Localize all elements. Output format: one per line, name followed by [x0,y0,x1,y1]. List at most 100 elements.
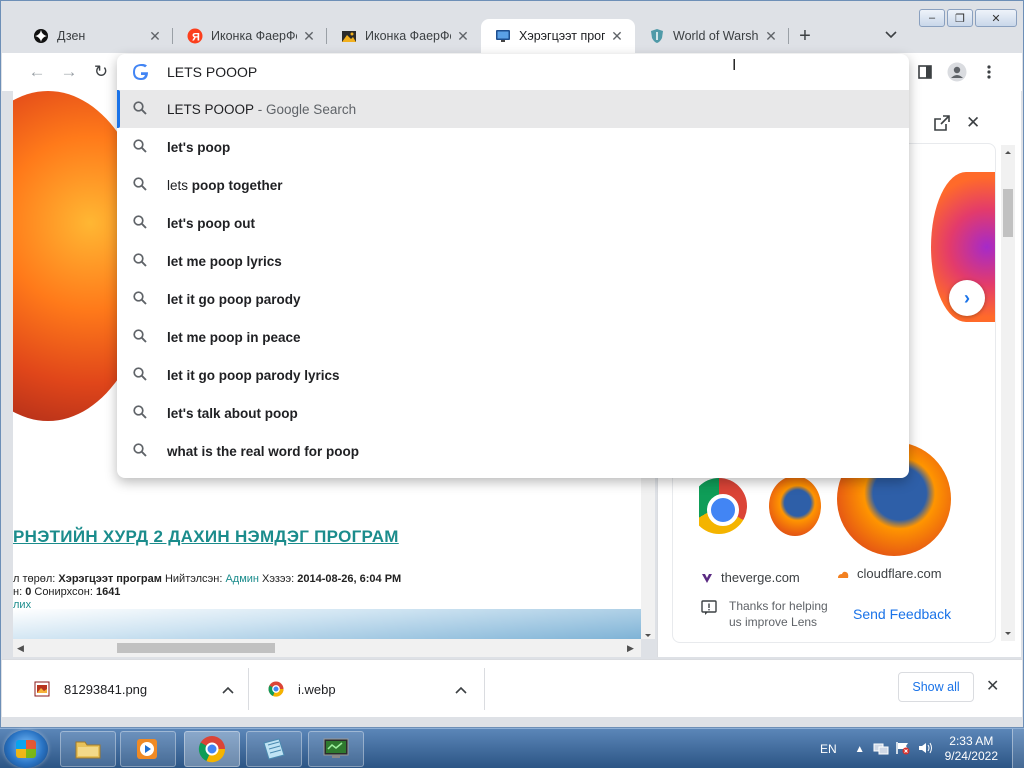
folder-icon [75,741,101,759]
clock-time: 2:33 AM [949,734,994,748]
tab-close-icon[interactable]: ✕ [763,28,779,45]
cloudflare-icon [838,571,849,578]
divider [248,668,249,710]
taskbar-notepad-button[interactable] [246,731,302,767]
suggestion-text: let it go poop parody lyrics [167,367,340,383]
browser-window: – ❐ ✕ Дзен ✕ Я Иконка ФаерФокс ✕ Иконка … [0,0,1024,728]
result-image-chrome[interactable] [699,470,751,542]
omnibox-suggestion[interactable]: let's poop out [117,204,909,242]
image-file-icon [34,681,50,697]
suggestion-text: let's talk about poop [167,405,298,421]
suggestion-text: let it go poop parody [167,291,301,307]
address-input[interactable] [167,60,727,84]
tab-hereg-program[interactable]: Хэрэгцээт програм ✕ [481,19,635,53]
close-shelf-icon[interactable]: ✕ [986,676,999,696]
forward-arrow-icon[interactable]: → [58,61,80,83]
clock[interactable]: 2:33 AM 9/24/2022 [945,734,998,764]
result-source-theverge[interactable]: theverge.com [701,570,800,585]
omnibox-suggestion[interactable]: let it go poop parody [117,280,909,318]
tab-world-of-warships[interactable]: World of Warships ✕ [635,19,789,53]
carousel-next-chevron-icon[interactable]: › [949,280,985,316]
tab-title: Иконка ФаерФокс [211,29,297,43]
menu-kebab-icon[interactable] [978,61,1000,83]
notepad-icon [263,738,285,760]
send-feedback-link[interactable]: Send Feedback [853,606,951,622]
search-icon [133,443,147,460]
show-all-downloads-button[interactable]: Show all [898,672,974,702]
scroll-thumb[interactable] [1003,189,1013,237]
language-indicator[interactable]: EN [820,742,837,756]
show-desktop-button[interactable] [1012,729,1024,768]
image-icon [341,28,357,44]
source-label: cloudflare.com [857,566,942,581]
omnibox-suggestion[interactable]: let it go poop parody lyrics [117,356,909,394]
download-chevron-up-icon[interactable] [222,682,234,697]
download-item[interactable]: i.webp [268,674,336,704]
omnibox [117,54,909,90]
result-image-firefox-small[interactable] [767,470,823,542]
open-in-new-tab-icon[interactable] [934,115,950,134]
suggestion-text: let me poop lyrics [167,253,282,269]
banner-image [13,609,641,639]
tab-firefox-icon-1[interactable]: Я Иконка ФаерФокс ✕ [173,19,327,53]
window-close-button[interactable]: ✕ [975,9,1017,27]
reload-icon[interactable]: ↻ [90,61,112,83]
maximize-button[interactable]: ❐ [947,9,973,27]
source-label: theverge.com [721,570,800,585]
tab-close-icon[interactable]: ✕ [455,28,471,45]
tray-expand-icon[interactable]: ▲ [855,744,865,755]
action-center-flag-icon[interactable] [895,741,911,758]
taskbar-media-player-button[interactable] [120,731,176,767]
new-tab-button[interactable]: + [789,19,821,53]
article-title-link[interactable]: РНЭТИЙН ХУРД 2 ДАХИН НЭМДЭГ ПРОГРАМ [13,527,399,547]
meta-label: н: [13,586,26,598]
omnibox-suggestion[interactable]: let me poop in peace [117,318,909,356]
scroll-right-icon[interactable]: ▶ [627,643,634,654]
network-icon[interactable] [873,741,889,758]
download-chevron-up-icon[interactable] [455,682,467,697]
feedback-icon [701,600,717,619]
page-horizontal-scrollbar[interactable]: ◀ ▶ [13,639,641,657]
omnibox-suggestion[interactable]: let me poop lyrics [117,242,909,280]
side-panel-scrollbar[interactable] [1001,145,1015,641]
suggestion-text: lets [167,177,192,193]
tab-title: Хэрэгцээт програм [519,29,605,43]
tab-zen[interactable]: Дзен ✕ [19,19,173,53]
minimize-button[interactable]: – [919,9,945,27]
tab-close-icon[interactable]: ✕ [609,28,625,45]
tab-search-chevron-icon[interactable] [885,27,897,42]
taskbar-chrome-button[interactable] [184,731,240,767]
tab-title: Иконка ФаерФокс [365,29,451,43]
volume-icon[interactable] [917,741,933,758]
search-icon [133,405,147,422]
back-arrow-icon[interactable]: ← [26,61,48,83]
svg-text:Я: Я [192,32,200,44]
omnibox-suggestion[interactable]: what is the real word for poop [117,432,909,470]
zen-icon [33,28,49,44]
result-source-cloudflare[interactable]: cloudflare.com [837,566,942,581]
profile-avatar-icon[interactable] [946,61,968,83]
taskbar-network-button[interactable] [308,731,364,767]
start-button[interactable] [4,730,48,768]
taskbar-explorer-button[interactable] [60,731,116,767]
windows-taskbar: EN ▲ 2:33 AM 9/24/2022 [0,728,1024,768]
omnibox-suggestion[interactable]: lets poop together [117,166,909,204]
suggestion-text: let's poop [167,139,231,155]
monitor-icon [323,738,349,758]
omnibox-suggestion[interactable]: LETS POOOP - Google Search [117,90,909,128]
tab-close-icon[interactable]: ✕ [147,28,163,45]
tab-close-icon[interactable]: ✕ [301,28,317,45]
author-link[interactable]: Админ [225,573,259,585]
download-item[interactable]: 81293841.png [34,674,147,704]
suggestion-text: - Google Search [254,101,357,117]
side-panel-icon[interactable] [914,61,936,83]
scroll-thumb[interactable] [117,643,275,653]
download-shelf: 81293841.png i.webp Show all ✕ [2,659,1022,717]
omnibox-suggestion[interactable]: let's talk about poop [117,394,909,432]
omnibox-suggestion[interactable]: let's poop [117,128,909,166]
article-meta: л төрөл: Хэрэгцээт програм Нийтэлсэн: Ад… [13,573,401,612]
tab-firefox-icon-2[interactable]: Иконка ФаерФокс ✕ [327,19,481,53]
scroll-left-icon[interactable]: ◀ [17,643,24,654]
media-player-icon [137,739,157,759]
side-panel-close-icon[interactable]: ✕ [966,113,980,133]
